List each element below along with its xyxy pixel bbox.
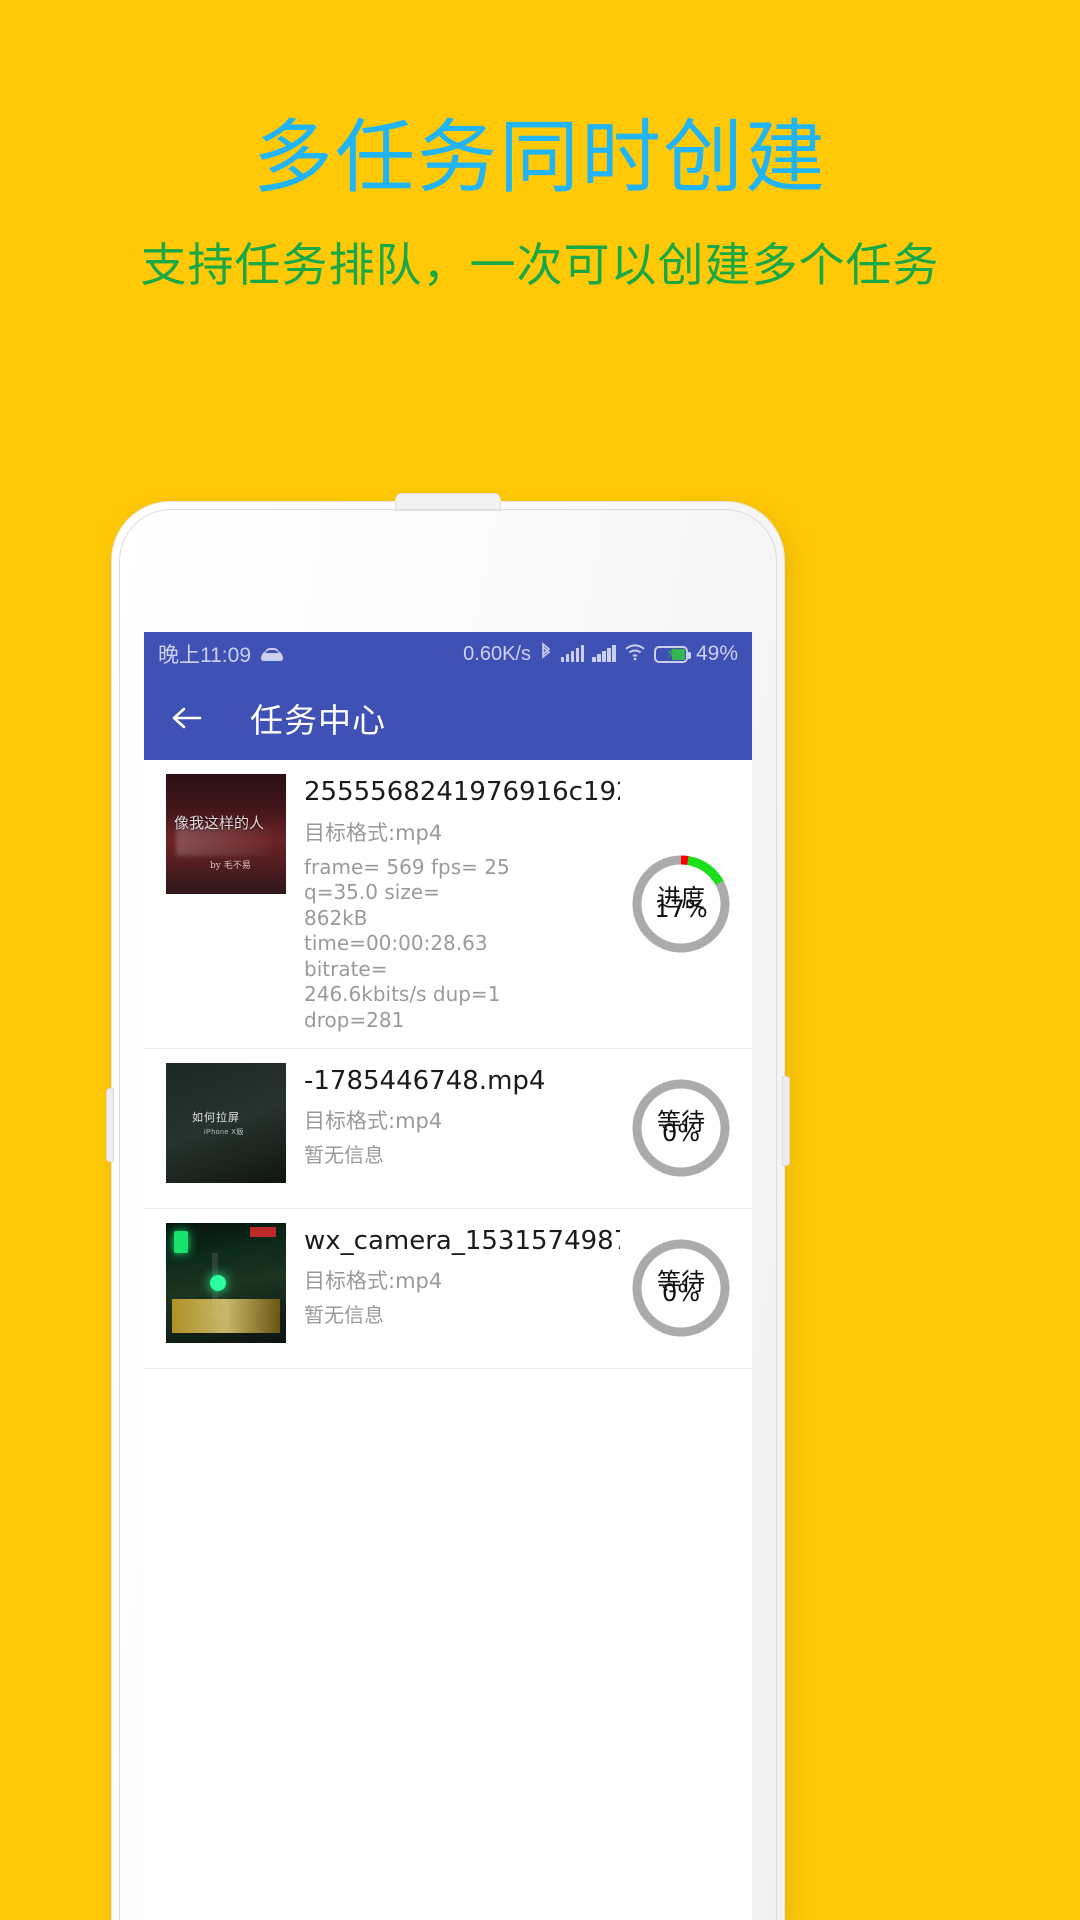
power-button[interactable] [782, 1076, 790, 1166]
battery-percent-label: 49% [695, 642, 738, 665]
promo-subtitle: 支持任务排队，一次可以创建多个任务 [140, 238, 940, 292]
task-format: 目标格式:mp4 [304, 1109, 443, 1134]
phone-mockup: 晚上11:09 0.60K/s ⚡ 49% 任务中心 像我这样的人 by 毛不易… [106, 494, 790, 1920]
bluetooth-icon [539, 642, 553, 666]
thumbnail-caption: 如何拉屏 [192, 1111, 240, 1124]
signal-bars-icon-2 [592, 645, 616, 662]
thumbnail-caption: 像我这样的人 [174, 814, 265, 832]
thumbnail-subcaption: by 毛不易 [210, 861, 251, 871]
battery-charging-icon: ⚡ [653, 645, 691, 663]
phone-screen: 晚上11:09 0.60K/s ⚡ 49% 任务中心 像我这样的人 by 毛不易… [144, 632, 752, 1920]
thumbnail-subcaption: iPhone X版 [204, 1128, 244, 1136]
status-bar: 晚上11:09 0.60K/s ⚡ 49% [144, 632, 752, 676]
list-empty-area [144, 1368, 752, 1920]
back-arrow-icon[interactable] [166, 697, 208, 739]
promo-title: 多任务同时创建 [253, 111, 827, 204]
thumbnail-detail [250, 1226, 276, 1237]
status-bar-right: 0.60K/s ⚡ 49% [463, 642, 738, 666]
task-info: wx_camera_153157498727.. 目标格式:mp4 暂无信息 [286, 1223, 620, 1329]
task-info: 2555568241976916c1925f.. 目标格式:mp4 frame=… [286, 774, 620, 1034]
wifi-icon [624, 643, 646, 665]
table-row[interactable]: 像我这样的人 by 毛不易 2555568241976916c1925f.. 目… [144, 760, 752, 1049]
promo-banner: 多任务同时创建 支持任务排队，一次可以创建多个任务 [0, 0, 1080, 292]
task-log: 暂无信息 [304, 1303, 384, 1328]
progress-ring[interactable]: 进度 17% [626, 849, 736, 959]
android-robot-icon [261, 647, 283, 661]
table-row[interactable]: 如何拉屏 iPhone X版 -1785446748.mp4 目标格式:mp4 … [144, 1049, 752, 1209]
phone-top-notch [396, 494, 500, 510]
app-bar: 任务中心 [144, 676, 752, 760]
task-info: -1785446748.mp4 目标格式:mp4 暂无信息 [286, 1063, 620, 1169]
task-title: 2555568241976916c1925f.. [304, 777, 620, 807]
task-format: 目标格式:mp4 [304, 820, 443, 845]
task-log: 暂无信息 [304, 1143, 384, 1168]
status-bar-left: 晚上11:09 [158, 639, 283, 669]
task-title: wx_camera_153157498727.. [304, 1225, 620, 1256]
task-log: frame= 569 fps= 25 q=35.0 size= 862kB ti… [304, 854, 510, 1033]
video-thumbnail[interactable]: 如何拉屏 iPhone X版 [166, 1062, 286, 1183]
signal-bars-icon-1 [560, 645, 585, 662]
thumbnail-detail [210, 1274, 226, 1291]
progress-ring[interactable]: 等待 0% [626, 1073, 736, 1183]
page-title: 任务中心 [250, 701, 386, 740]
volume-button[interactable] [106, 1088, 114, 1162]
progress-ring[interactable]: 等待 0% [626, 1233, 736, 1343]
task-title: -1785446748.mp4 [304, 1065, 546, 1096]
video-thumbnail[interactable] [166, 1222, 286, 1343]
task-list[interactable]: 像我这样的人 by 毛不易 2555568241976916c1925f.. 目… [144, 760, 752, 1920]
task-format: 目标格式:mp4 [304, 1269, 443, 1294]
table-row[interactable]: wx_camera_153157498727.. 目标格式:mp4 暂无信息 等… [144, 1209, 752, 1369]
status-time: 晚上11:09 [158, 644, 251, 667]
video-thumbnail[interactable]: 像我这样的人 by 毛不易 [166, 774, 286, 894]
network-speed-label: 0.60K/s [463, 642, 531, 665]
